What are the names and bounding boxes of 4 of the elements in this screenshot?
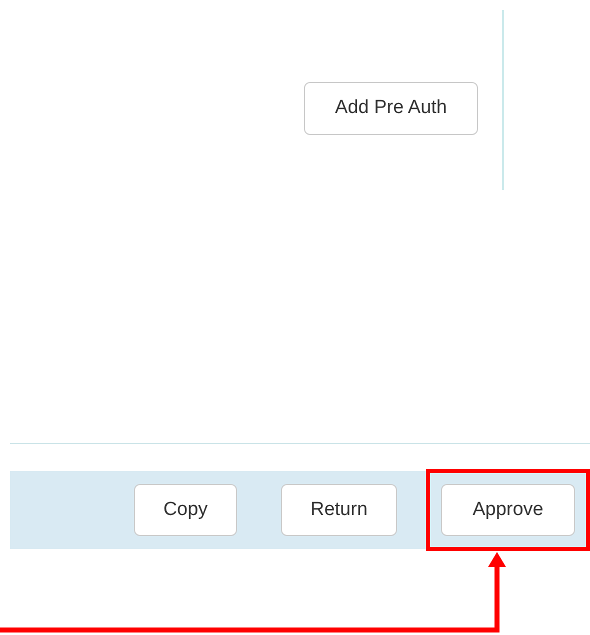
footer-button[interactable]: Approve <box>441 484 575 536</box>
add-pre-auth-button[interactable]: Add Pre Auth <box>304 82 478 134</box>
footer-button[interactable]: Copy <box>134 484 237 536</box>
footer-button[interactable]: Return <box>281 484 397 536</box>
